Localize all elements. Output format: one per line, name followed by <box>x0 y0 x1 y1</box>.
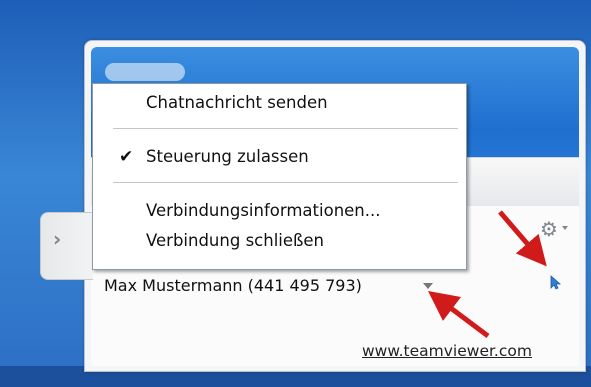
website-link[interactable]: www.teamviewer.com <box>362 342 532 360</box>
gear-icon[interactable]: ⚙ <box>540 217 558 241</box>
menu-item-label: Verbindung schließen <box>146 231 325 250</box>
chevron-down-icon[interactable] <box>423 283 433 289</box>
menu-item-allow-control[interactable]: ✔ Steuerung zulassen <box>93 143 466 171</box>
checkmark-icon: ✔ <box>119 147 134 167</box>
menu-separator <box>113 182 458 183</box>
context-menu: Chatnachricht senden ✔ Steuerung zulasse… <box>92 83 467 270</box>
menu-item-close-connection[interactable]: Verbindung schließen <box>93 227 466 255</box>
menu-item-label: Steuerung zulassen <box>146 147 309 166</box>
chevron-right-icon: › <box>53 227 62 251</box>
side-tab[interactable]: › <box>40 212 93 280</box>
header-gloss <box>105 63 185 81</box>
menu-item-label: Chatnachricht senden <box>146 93 328 112</box>
menu-item-label: Verbindungsinformationen... <box>146 201 381 220</box>
chevron-down-icon[interactable] <box>562 226 568 230</box>
cursor-icon[interactable] <box>548 274 564 290</box>
menu-separator <box>113 128 458 129</box>
menu-item-send-chat[interactable]: Chatnachricht senden <box>93 89 466 117</box>
connection-name[interactable]: Max Mustermann (441 495 793) <box>104 276 362 295</box>
menu-item-connection-info[interactable]: Verbindungsinformationen... <box>93 197 466 225</box>
